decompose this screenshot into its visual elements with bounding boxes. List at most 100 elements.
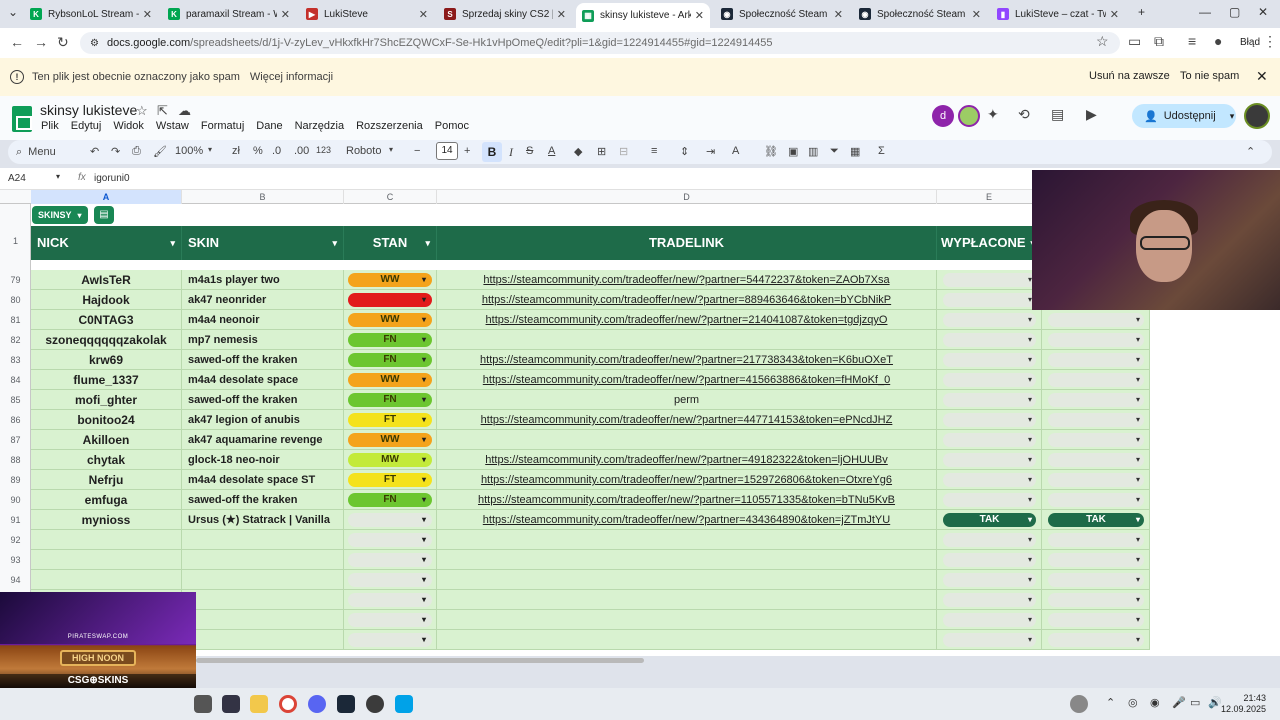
- strikethrough-icon[interactable]: S: [526, 145, 533, 157]
- comment-icon[interactable]: ▣: [788, 145, 798, 158]
- filter-icon[interactable]: ⏷: [830, 145, 839, 158]
- row-header[interactable]: 82: [0, 335, 31, 345]
- status-cell[interactable]: ▾: [1042, 490, 1150, 510]
- wyplacone-cell[interactable]: ▾: [937, 390, 1042, 410]
- skin-cell[interactable]: sawed-off the kraken: [182, 350, 344, 370]
- row-header[interactable]: 84: [0, 375, 31, 385]
- tab-close-icon[interactable]: ✕: [1110, 8, 1119, 21]
- discord-icon[interactable]: [308, 695, 326, 713]
- volume-icon[interactable]: 🔊: [1208, 696, 1222, 709]
- wyplacone-cell[interactable]: ▾: [937, 430, 1042, 450]
- tradelink-cell[interactable]: [437, 430, 937, 450]
- wyplacone-cell[interactable]: ▾: [937, 490, 1042, 510]
- status-dropdown[interactable]: ▾: [1048, 593, 1144, 607]
- stan-cell[interactable]: FN ▾: [344, 330, 437, 350]
- row-header[interactable]: 90: [0, 495, 31, 505]
- skin-cell[interactable]: m4a4 desolate space ST: [182, 470, 344, 490]
- stan-cell[interactable]: ▾: [344, 630, 437, 650]
- font-select[interactable]: Roboto: [346, 145, 381, 157]
- stan-dropdown[interactable]: ▾: [348, 573, 432, 587]
- row-header[interactable]: 1: [0, 236, 31, 246]
- skin-cell[interactable]: glock-18 neo-noir: [182, 450, 344, 470]
- new-tab-icon[interactable]: +: [1138, 5, 1145, 19]
- skin-cell[interactable]: mp7 nemesis: [182, 330, 344, 350]
- wyplacone-cell[interactable]: ▾: [937, 550, 1042, 570]
- column-header[interactable]: E: [937, 190, 1042, 204]
- redo-icon[interactable]: ↷: [111, 145, 120, 158]
- stan-cell[interactable]: FN ▾: [344, 390, 437, 410]
- stan-dropdown[interactable]: WW ▾: [348, 313, 432, 327]
- notepad-icon[interactable]: [395, 695, 413, 713]
- status-dropdown[interactable]: ▾: [1048, 533, 1144, 547]
- skin-cell[interactable]: ak47 aquamarine revenge: [182, 430, 344, 450]
- wyplacone-dropdown[interactable]: ▾: [943, 633, 1036, 647]
- status-dropdown[interactable]: ▾: [1048, 473, 1144, 487]
- stan-dropdown[interactable]: FN ▾: [348, 493, 432, 507]
- chevron-down-icon[interactable]: ▾: [170, 226, 175, 260]
- tradelink-cell[interactable]: https://steamcommunity.com/tradeoffer/ne…: [437, 510, 937, 530]
- font-size-input[interactable]: 14: [436, 142, 458, 160]
- nick-cell[interactable]: bonitoo24: [31, 410, 182, 430]
- profile-icon[interactable]: ●: [1214, 33, 1222, 49]
- nick-cell[interactable]: mofi_ghter: [31, 390, 182, 410]
- italic-button[interactable]: I: [509, 145, 513, 160]
- bold-button[interactable]: B: [482, 142, 502, 162]
- tradelink-cell[interactable]: [437, 590, 937, 610]
- menu-item[interactable]: Edytuj: [71, 120, 102, 132]
- browser-tab[interactable]: S Sprzedaj skiny CS2 [CSGO ✕: [438, 3, 572, 25]
- borders-icon[interactable]: ⊞: [597, 145, 606, 158]
- stan-dropdown[interactable]: WW ▾: [348, 373, 432, 387]
- tradelink-cell[interactable]: https://steamcommunity.com/tradeoffer/ne…: [437, 450, 937, 470]
- wyplacone-cell[interactable]: ▾: [937, 610, 1042, 630]
- stan-dropdown[interactable]: WW ▾: [348, 433, 432, 447]
- nick-cell[interactable]: [31, 570, 182, 590]
- system-clock[interactable]: 21:43 12.09.2025: [1221, 693, 1266, 715]
- stan-dropdown[interactable]: FT ▾: [348, 473, 432, 487]
- status-dropdown[interactable]: ▾: [1048, 453, 1144, 467]
- collaborator-avatar-2[interactable]: [958, 105, 980, 127]
- wyplacone-cell[interactable]: ▾: [937, 310, 1042, 330]
- star-icon[interactable]: ☆: [136, 103, 148, 119]
- skin-cell[interactable]: [182, 630, 344, 650]
- extensions-icon[interactable]: ⧉: [1154, 33, 1164, 50]
- status-cell[interactable]: ▾: [1042, 370, 1150, 390]
- stan-cell[interactable]: FN ▾: [344, 350, 437, 370]
- wyplacone-dropdown[interactable]: ▾: [943, 553, 1036, 567]
- tray-chevron-icon[interactable]: ⌃: [1106, 696, 1115, 709]
- obs-icon[interactable]: [366, 695, 384, 713]
- status-dropdown[interactable]: ▾: [1048, 393, 1144, 407]
- menu-item[interactable]: Wstaw: [156, 120, 189, 132]
- formula-input[interactable]: igoruni0: [94, 173, 130, 184]
- column-header[interactable]: B: [182, 190, 344, 204]
- stan-dropdown[interactable]: FN ▾: [348, 393, 432, 407]
- header-skin[interactable]: SKIN ▾: [182, 226, 344, 260]
- stan-cell[interactable]: WW ▾: [344, 430, 437, 450]
- media-icon[interactable]: ≡: [1188, 33, 1196, 49]
- status-cell[interactable]: ▾: [1042, 610, 1150, 630]
- stan-cell[interactable]: FT ▾: [344, 410, 437, 430]
- wyplacone-cell[interactable]: TAK ▾: [937, 510, 1042, 530]
- zoom-select[interactable]: 100%: [175, 145, 203, 157]
- nick-cell[interactable]: C0NTAG3: [31, 310, 182, 330]
- tradelink-cell[interactable]: https://steamcommunity.com/tradeoffer/ne…: [437, 350, 937, 370]
- status-cell[interactable]: ▾: [1042, 330, 1150, 350]
- wyplacone-dropdown[interactable]: ▾: [943, 453, 1036, 467]
- terminal-icon[interactable]: [222, 695, 240, 713]
- folder-icon[interactable]: [250, 695, 268, 713]
- status-cell[interactable]: ▾: [1042, 550, 1150, 570]
- skin-cell[interactable]: [182, 530, 344, 550]
- close-window-icon[interactable]: ✕: [1258, 5, 1268, 19]
- menu-item[interactable]: Plik: [41, 120, 59, 132]
- reload-icon[interactable]: ↻: [57, 34, 69, 51]
- tradelink-cell[interactable]: [437, 570, 937, 590]
- nick-cell[interactable]: [31, 530, 182, 550]
- currency-icon[interactable]: zł: [232, 145, 240, 157]
- wyplacone-cell[interactable]: ▾: [937, 590, 1042, 610]
- status-cell[interactable]: ▾: [1042, 350, 1150, 370]
- status-dropdown[interactable]: ▾: [1048, 493, 1144, 507]
- wyplacone-dropdown[interactable]: ▾: [943, 413, 1036, 427]
- gemini-icon[interactable]: ✦: [987, 106, 999, 123]
- browser-tab[interactable]: ▶ LukiSteve ✕: [300, 3, 434, 25]
- header-wyplacone[interactable]: WYPŁACONE▾: [937, 226, 1042, 260]
- wyplacone-dropdown[interactable]: ▾: [943, 493, 1036, 507]
